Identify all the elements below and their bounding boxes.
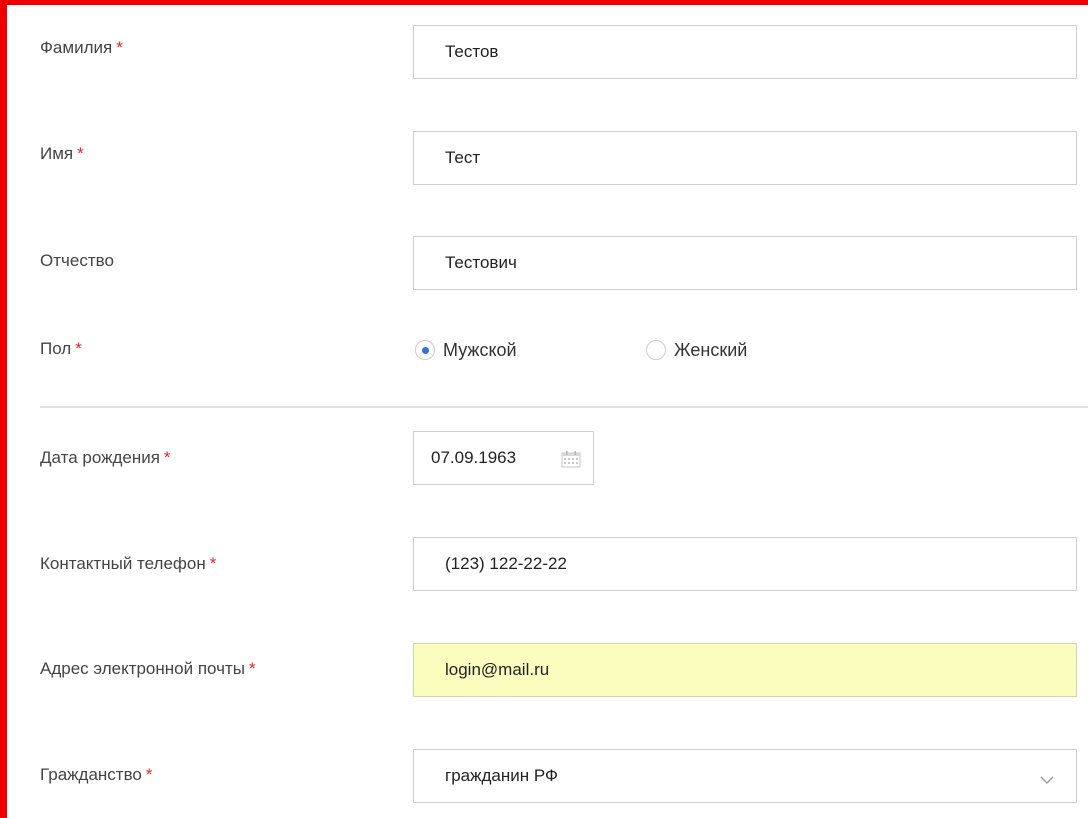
phone-label: Контактный телефон * bbox=[40, 554, 216, 574]
gender-option-female[interactable]: Женский bbox=[646, 334, 747, 366]
email-value: login@mail.ru bbox=[445, 660, 550, 679]
first-name-label-text: Имя bbox=[40, 144, 74, 163]
radio-female[interactable] bbox=[646, 340, 666, 360]
phone-value: (123) 122-22-22 bbox=[445, 554, 567, 573]
gender-option-female-label[interactable]: Женский bbox=[674, 340, 747, 361]
last-name-input[interactable]: Тестов bbox=[413, 25, 1077, 79]
calendar-icon[interactable] bbox=[561, 450, 581, 473]
phone-label-text: Контактный телефон bbox=[40, 554, 206, 573]
first-name-value: Тест bbox=[445, 148, 481, 167]
required-marker: * bbox=[145, 765, 153, 784]
gender-option-male-label[interactable]: Мужской bbox=[443, 340, 517, 361]
birth-date-input[interactable]: 07.09.1963 bbox=[413, 431, 594, 485]
chevron-down-icon[interactable] bbox=[1040, 772, 1054, 790]
required-marker: * bbox=[209, 554, 217, 573]
birth-date-value: 07.09.1963 bbox=[431, 448, 517, 467]
section-divider bbox=[40, 406, 1088, 408]
first-name-input[interactable]: Тест bbox=[413, 131, 1077, 185]
birth-date-label: Дата рождения * bbox=[40, 448, 171, 468]
last-name-value: Тестов bbox=[445, 42, 499, 61]
patronymic-value: Тестович bbox=[445, 253, 517, 272]
citizenship-label: Гражданство * bbox=[40, 765, 153, 785]
citizenship-select[interactable]: гражданин РФ bbox=[413, 749, 1077, 803]
required-marker: * bbox=[77, 144, 84, 163]
patronymic-input[interactable]: Тестович bbox=[413, 236, 1077, 290]
required-marker: * bbox=[116, 38, 123, 57]
patronymic-label-text: Отчество bbox=[40, 251, 114, 270]
email-input[interactable]: login@mail.ru bbox=[413, 643, 1077, 697]
last-name-label: Фамилия * bbox=[40, 38, 123, 58]
radio-male[interactable] bbox=[415, 340, 435, 360]
required-marker: * bbox=[249, 659, 256, 678]
citizenship-value: гражданин РФ bbox=[445, 766, 558, 785]
email-label: Адрес электронной почты * bbox=[40, 659, 256, 679]
gender-option-male[interactable]: Мужской bbox=[415, 334, 517, 366]
gender-label: Пол * bbox=[40, 339, 82, 359]
citizenship-label-text: Гражданство bbox=[40, 765, 142, 784]
birth-date-label-text: Дата рождения bbox=[40, 448, 160, 467]
last-name-label-text: Фамилия bbox=[40, 38, 113, 57]
phone-input[interactable]: (123) 122-22-22 bbox=[413, 537, 1077, 591]
email-label-text: Адрес электронной почты bbox=[40, 659, 245, 678]
required-marker: * bbox=[75, 339, 82, 358]
first-name-label: Имя * bbox=[40, 144, 84, 164]
gender-label-text: Пол bbox=[40, 339, 72, 358]
patronymic-label: Отчество bbox=[40, 251, 114, 271]
required-marker: * bbox=[163, 448, 171, 467]
